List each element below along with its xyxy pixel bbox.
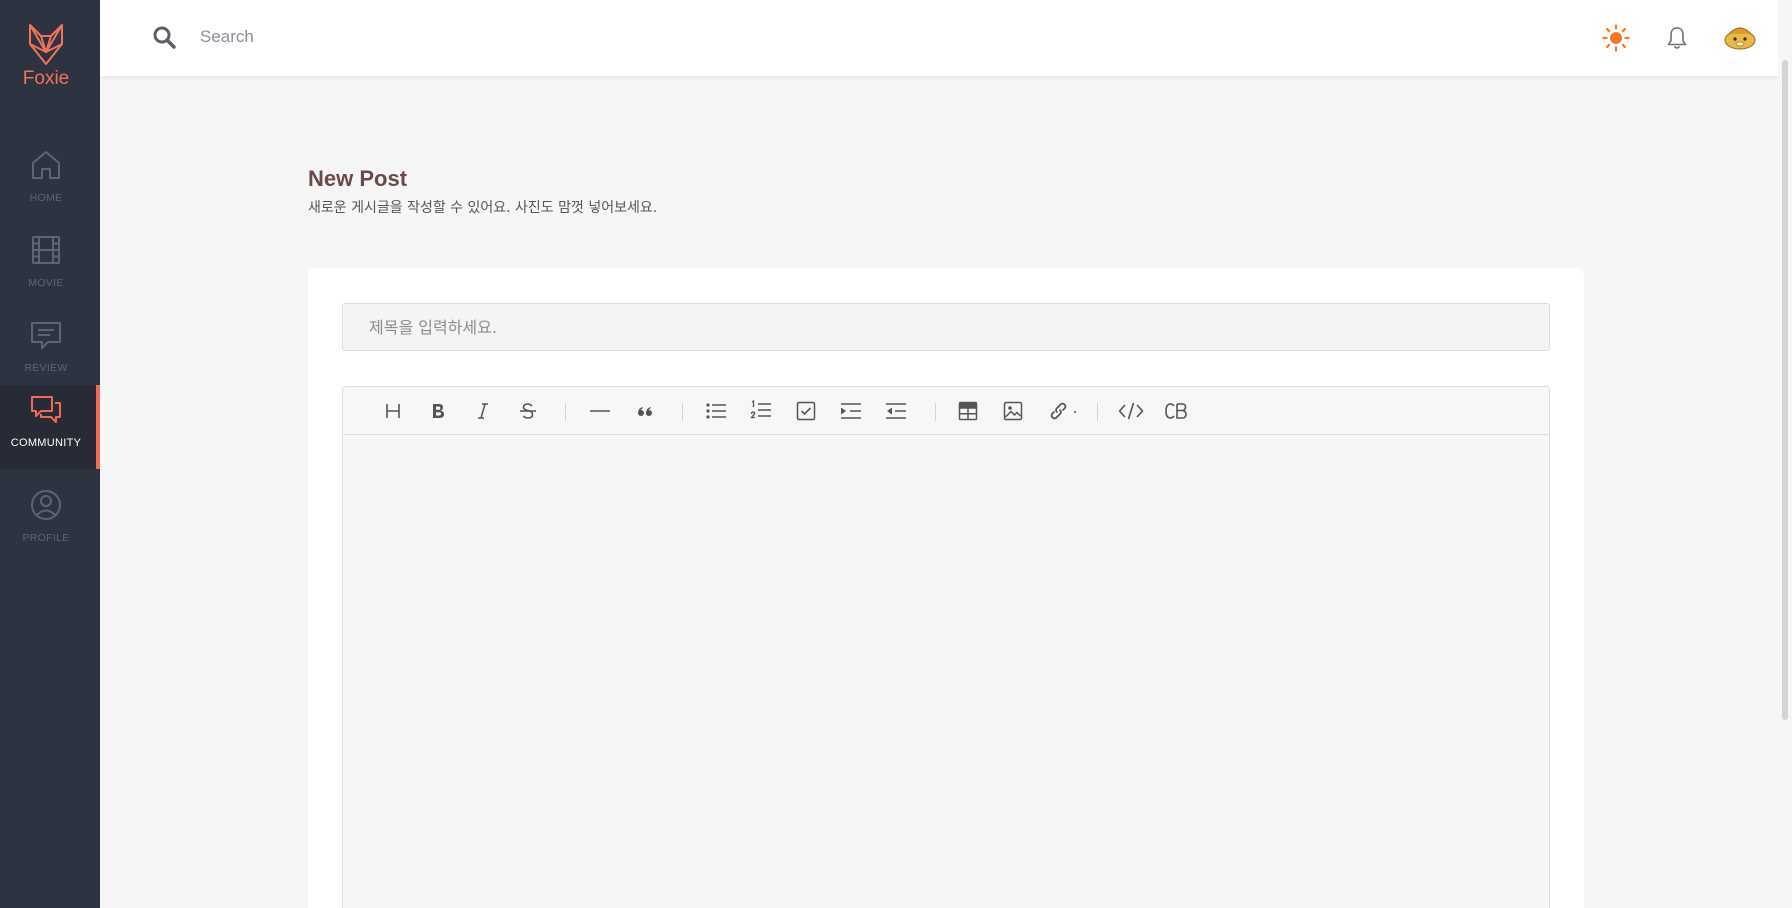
sidebar-item-home[interactable]: HOME bbox=[0, 140, 100, 224]
sidebar-item-label: HOME bbox=[29, 192, 63, 204]
task-list-icon bbox=[796, 401, 816, 421]
review-icon bbox=[31, 322, 61, 349]
table-icon bbox=[958, 401, 978, 421]
bell-icon bbox=[1667, 27, 1687, 49]
quote-icon bbox=[638, 407, 652, 416]
brand-logo[interactable]: Foxie bbox=[0, 22, 92, 90]
user-icon bbox=[31, 490, 61, 520]
link-icon bbox=[1050, 402, 1076, 420]
film-icon bbox=[32, 236, 60, 264]
bold-button[interactable] bbox=[423, 397, 453, 425]
code-block-button[interactable] bbox=[1161, 397, 1191, 425]
theme-toggle-button[interactable] bbox=[1600, 22, 1632, 54]
image-icon bbox=[1003, 401, 1023, 421]
sidebar-item-label: MOVIE bbox=[28, 277, 64, 289]
editor-toolbar bbox=[343, 387, 1549, 435]
task-list-button[interactable] bbox=[791, 397, 821, 425]
notifications-button[interactable] bbox=[1661, 22, 1693, 54]
sidebar-item-label: COMMUNITY bbox=[10, 437, 82, 449]
avatar[interactable] bbox=[1722, 22, 1758, 54]
toolbar-divider bbox=[565, 403, 566, 421]
numbered-list-icon bbox=[750, 400, 771, 419]
table-button[interactable] bbox=[953, 397, 983, 425]
heading-icon bbox=[386, 404, 400, 418]
indent-button[interactable] bbox=[836, 397, 866, 425]
sidebar-item-review[interactable]: REVIEW bbox=[0, 310, 100, 394]
indent-icon bbox=[841, 403, 861, 419]
strikethrough-icon bbox=[520, 403, 536, 419]
sun-icon bbox=[1602, 24, 1630, 52]
strikethrough-button[interactable] bbox=[513, 397, 543, 425]
heading-button[interactable] bbox=[378, 397, 408, 425]
horizontal-rule-button[interactable] bbox=[585, 397, 615, 425]
top-header bbox=[100, 0, 1792, 76]
brand-name: Foxie bbox=[22, 68, 70, 89]
code-button[interactable] bbox=[1116, 397, 1146, 425]
outdent-icon bbox=[886, 403, 906, 419]
code-block-icon bbox=[1165, 403, 1187, 419]
search-input[interactable] bbox=[200, 22, 700, 52]
post-title-input[interactable] bbox=[342, 303, 1550, 351]
horizontal-rule-icon bbox=[590, 410, 610, 412]
page-title: New Post bbox=[308, 166, 408, 191]
scrollbar-thumb[interactable] bbox=[1782, 60, 1788, 720]
sidebar-item-label: PROFILE bbox=[22, 532, 70, 544]
toolbar-divider bbox=[935, 403, 936, 421]
sidebar-item-profile[interactable]: PROFILE bbox=[0, 480, 100, 564]
editor-content-area[interactable] bbox=[343, 435, 1549, 908]
bullet-list-icon bbox=[706, 403, 726, 419]
bullet-list-button[interactable] bbox=[701, 397, 731, 425]
numbered-list-button[interactable] bbox=[746, 397, 776, 425]
toolbar-divider bbox=[1097, 403, 1098, 421]
code-icon bbox=[1118, 402, 1144, 420]
post-form-card bbox=[308, 268, 1584, 908]
link-button[interactable] bbox=[1045, 397, 1081, 425]
markdown-editor bbox=[342, 386, 1550, 908]
outdent-button[interactable] bbox=[881, 397, 911, 425]
bold-icon bbox=[433, 404, 444, 418]
image-button[interactable] bbox=[998, 397, 1028, 425]
active-indicator bbox=[96, 385, 100, 469]
toolbar-divider bbox=[682, 403, 683, 421]
sidebar-item-label: REVIEW bbox=[24, 362, 68, 374]
quote-button[interactable] bbox=[630, 397, 660, 425]
page-scrollbar[interactable] bbox=[1778, 0, 1792, 908]
fox-logo-icon bbox=[29, 24, 63, 65]
italic-icon bbox=[478, 403, 488, 419]
sidebar-item-movie[interactable]: MOVIE bbox=[0, 225, 100, 309]
avatar-icon bbox=[1724, 27, 1756, 50]
search-icon[interactable] bbox=[152, 25, 176, 49]
sidebar: Foxie HOME MOVIE REVIEW COMMUNITY PROFIL… bbox=[0, 0, 100, 908]
page-subtitle: 새로운 게시글을 작성할 수 있어요. 사진도 맘껏 넣어보세요. bbox=[308, 200, 658, 216]
sidebar-item-community[interactable]: COMMUNITY bbox=[0, 385, 100, 469]
chat-icon bbox=[31, 396, 61, 423]
italic-button[interactable] bbox=[468, 397, 498, 425]
home-icon bbox=[32, 151, 60, 179]
